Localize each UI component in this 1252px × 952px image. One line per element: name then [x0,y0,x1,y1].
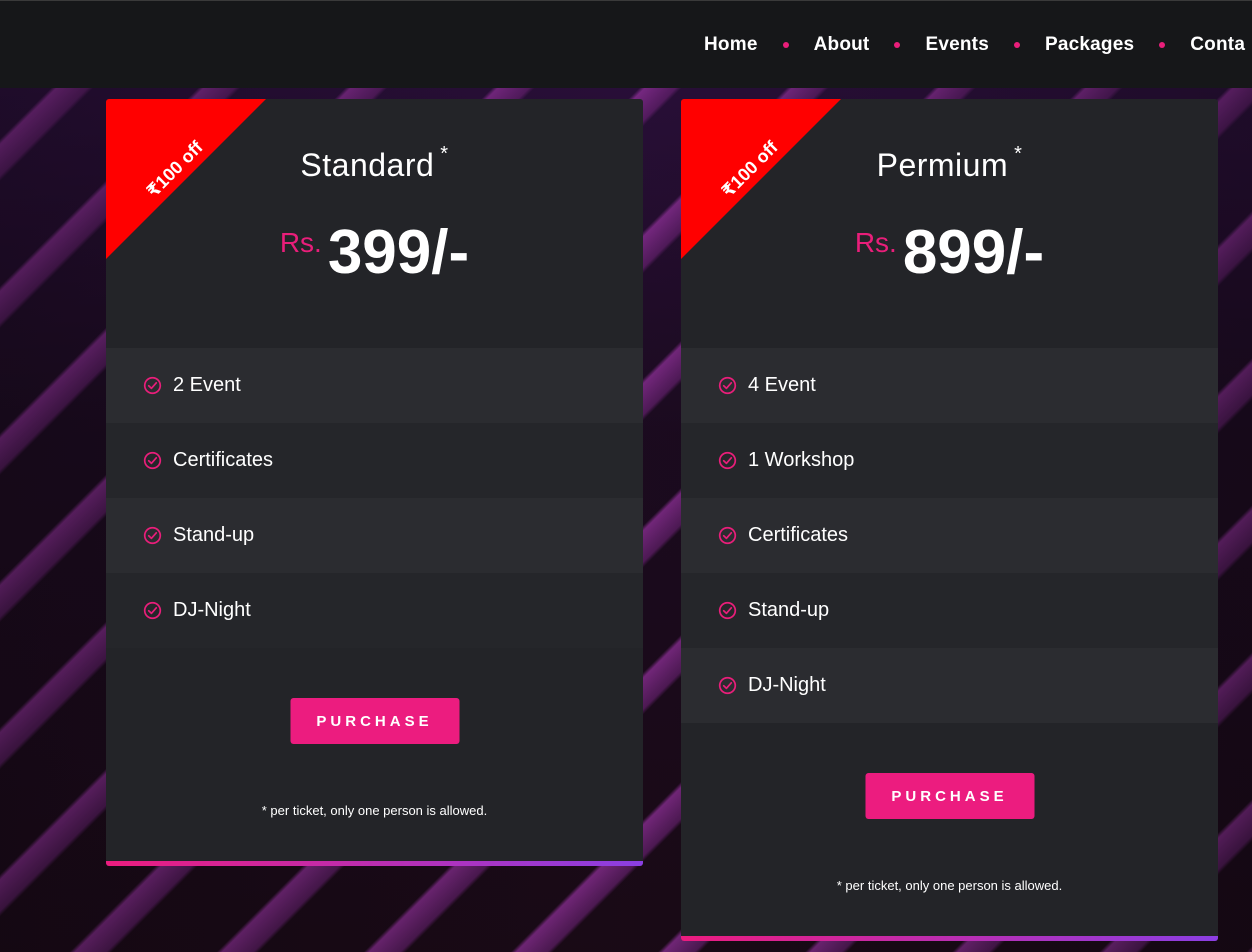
ticket-note: * per ticket, only one person is allowed… [261,803,488,818]
feature-item: DJ-Night [106,573,643,648]
feature-label: Certificates [748,524,849,546]
nav-link-home[interactable]: Home [704,34,758,56]
pricing-card-standard: ₹100 off Standard * Rs.399/- 2 Event Cert… [106,99,643,866]
check-circle-icon [143,451,162,470]
feature-item: Certificates [106,423,643,498]
feature-list: 4 Event 1 Workshop Certificates Stand-up… [681,348,1218,723]
feature-item: 1 Workshop [681,423,1218,498]
feature-label: 4 Event [748,374,816,396]
plan-name: Standard [300,147,435,183]
plan-asterisk: * [1014,143,1023,166]
nav-links: Home About Events Packages Conta [704,34,1245,56]
check-circle-icon [718,526,737,545]
check-circle-icon [718,676,737,695]
plan-title: Standard * [106,143,643,184]
feature-label: Stand-up [173,524,255,546]
purchase-button-premium[interactable]: PURCHASE [865,773,1034,819]
purchase-button-standard[interactable]: PURCHASE [290,698,459,744]
nav-link-events[interactable]: Events [925,34,989,56]
feature-item: Stand-up [106,498,643,573]
plan-price: Rs.399/- [106,217,643,288]
nav-separator-dot [1013,42,1020,48]
nav-separator-dot [894,42,901,48]
plan-title: Permium * [681,143,1218,184]
pricing-card-premium: ₹100 off Permium * Rs.899/- 4 Event 1 Wor… [681,99,1218,941]
nav-link-about[interactable]: About [814,34,870,56]
plan-name: Permium [876,147,1009,183]
check-circle-icon [718,451,737,470]
feature-item: 2 Event [106,348,643,423]
plan-price: Rs.899/- [681,217,1218,288]
check-circle-icon [718,376,737,395]
price-amount: 899/- [902,218,1045,287]
nav-separator-dot [782,42,789,48]
feature-label: Certificates [173,449,274,471]
feature-label: DJ-Night [748,674,826,696]
feature-item: 4 Event [681,348,1218,423]
feature-label: 1 Workshop [748,449,855,471]
price-amount: 399/- [327,218,470,287]
check-circle-icon [143,601,162,620]
nav-link-contact[interactable]: Conta [1190,34,1245,56]
feature-list: 2 Event Certificates Stand-up DJ-Night [106,348,643,648]
feature-label: DJ-Night [173,599,251,621]
check-circle-icon [718,601,737,620]
check-circle-icon [143,376,162,395]
feature-label: 2 Event [173,374,241,396]
feature-label: Stand-up [748,599,830,621]
price-currency: Rs. [854,227,897,258]
feature-item: Certificates [681,498,1218,573]
feature-item: Stand-up [681,573,1218,648]
check-circle-icon [143,526,162,545]
price-currency: Rs. [279,227,322,258]
nav-link-packages[interactable]: Packages [1045,34,1134,56]
ticket-note: * per ticket, only one person is allowed… [836,878,1063,893]
feature-item: DJ-Night [681,648,1218,723]
nav-separator-dot [1159,42,1166,48]
plan-asterisk: * [440,143,449,166]
top-navbar: Home About Events Packages Conta [0,0,1252,88]
